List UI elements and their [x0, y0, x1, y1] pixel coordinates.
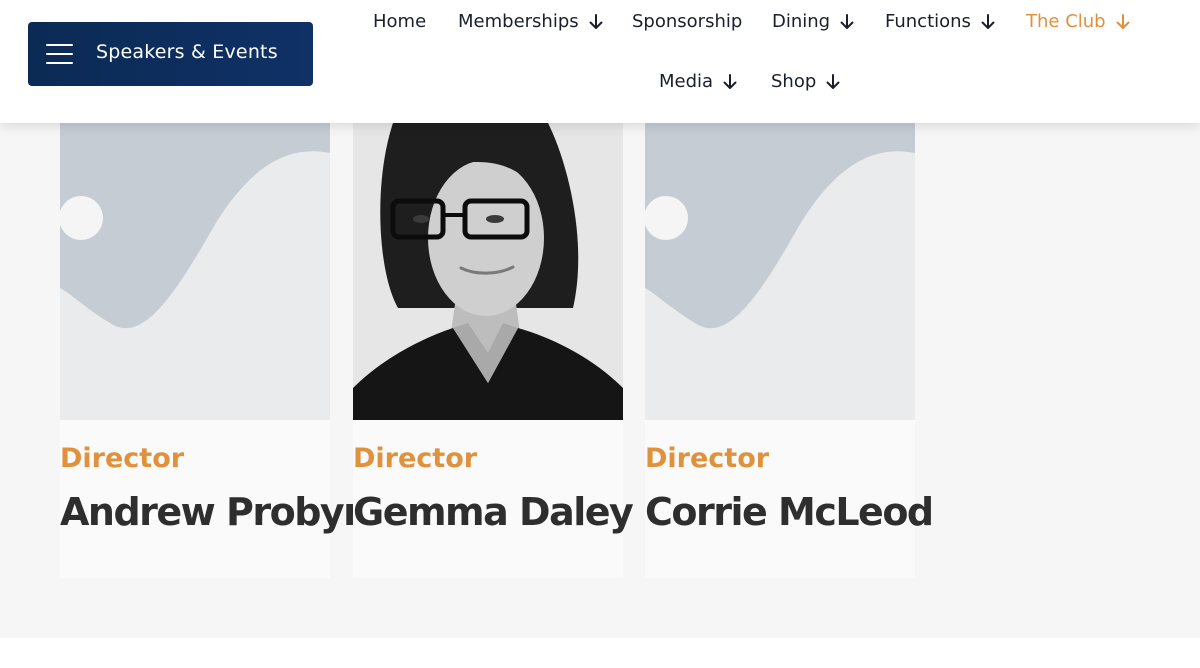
person-name[interactable]: Gemma Daley — [353, 490, 634, 534]
arrow-down-icon — [723, 73, 737, 90]
person-card[interactable]: Director Corrie McLeod — [645, 123, 934, 578]
arrow-down-icon — [589, 13, 603, 30]
nav-functions[interactable]: Functions — [885, 11, 995, 32]
nav-memberships-label: Memberships — [458, 11, 579, 32]
arrow-down-icon — [981, 13, 995, 30]
page: Speakers & Events Home Memberships Spons… — [0, 0, 1200, 668]
nav-the-club-label: The Club — [1026, 11, 1106, 32]
nav-home[interactable]: Home — [373, 11, 426, 32]
nav-shop-label: Shop — [771, 71, 817, 92]
nav-sponsorship[interactable]: Sponsorship — [632, 11, 742, 32]
nav-dining-label: Dining — [772, 11, 831, 32]
person-role: Director — [353, 443, 478, 474]
person-name[interactable]: Corrie McLeod — [645, 490, 934, 534]
nav-media-label: Media — [659, 71, 714, 92]
person-card[interactable]: Director Andrew Probyn — [60, 123, 370, 578]
nav-functions-label: Functions — [885, 11, 971, 32]
nav-memberships[interactable]: Memberships — [458, 11, 603, 32]
site-header: Speakers & Events Home Memberships Spons… — [0, 0, 1200, 123]
placeholder-avatar-image — [645, 123, 915, 420]
person-role: Director — [60, 443, 185, 474]
hamburger-icon — [46, 43, 73, 65]
arrow-down-icon — [840, 13, 854, 30]
person-name[interactable]: Andrew Probyn — [60, 490, 370, 534]
nav-home-label: Home — [373, 11, 427, 32]
nav-dining[interactable]: Dining — [772, 11, 854, 32]
person-photo — [353, 123, 623, 420]
speakers-events-menu-button[interactable]: Speakers & Events — [28, 22, 313, 86]
menu-button-label: Speakers & Events — [96, 41, 278, 63]
arrow-down-icon — [1116, 13, 1130, 30]
person-role: Director — [645, 443, 770, 474]
nav-media[interactable]: Media — [659, 71, 737, 92]
person-card[interactable]: Director Gemma Daley — [353, 123, 634, 578]
nav-shop[interactable]: Shop — [771, 71, 840, 92]
nav-sponsorship-label: Sponsorship — [632, 11, 743, 32]
arrow-down-icon — [826, 73, 840, 90]
nav-the-club[interactable]: The Club — [1026, 11, 1130, 32]
placeholder-avatar-image — [60, 123, 330, 420]
